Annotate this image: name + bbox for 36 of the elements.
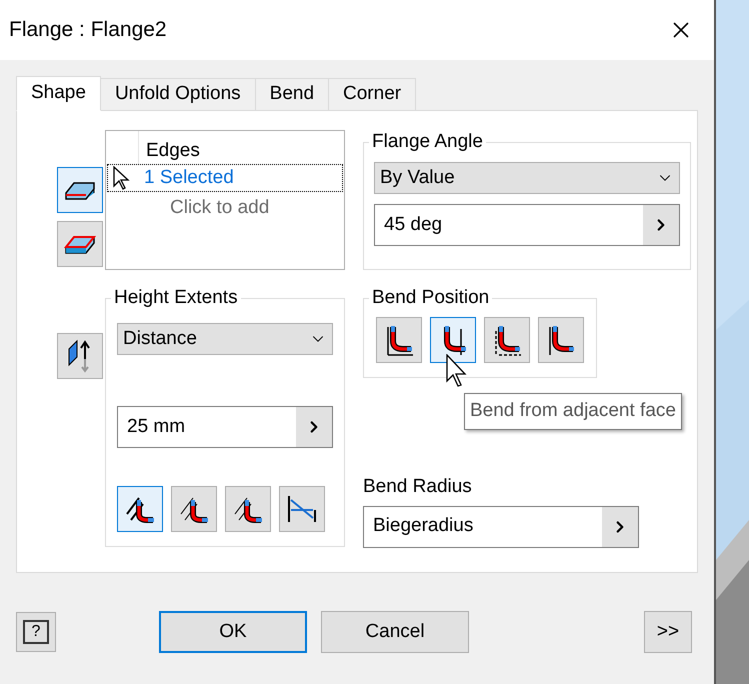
arrow-button[interactable] (296, 407, 332, 447)
flip-direction-button[interactable] (57, 333, 103, 379)
extent-option-button[interactable] (225, 486, 271, 532)
group-label: Flange Angle (369, 130, 486, 154)
ok-button[interactable]: OK (159, 611, 307, 653)
bend-position-button[interactable] (430, 317, 476, 363)
arrow-button[interactable] (643, 205, 679, 245)
tab[interactable]: Shape (16, 76, 101, 111)
face-mode-button[interactable] (57, 221, 103, 267)
arrow-button[interactable] (602, 506, 638, 546)
tooltip: Bend from adjacent face (464, 393, 682, 430)
extents-dropdown[interactable]: Distance (117, 323, 333, 355)
bend-position-button[interactable] (376, 317, 422, 363)
column-header: Edges (145, 139, 200, 163)
plate-icon (64, 233, 96, 255)
extent-option-button[interactable] (117, 486, 163, 532)
extent-option-button[interactable] (279, 486, 325, 532)
cursor-icon (445, 354, 469, 388)
bend-position-button[interactable] (484, 317, 530, 363)
tab[interactable]: Corner (328, 78, 416, 111)
list-row[interactable]: 1 Selected (107, 164, 343, 192)
field-label: Bend Radius (363, 475, 473, 499)
window-title: Flange : Flange2 (9, 17, 167, 44)
distance-field[interactable]: 25 mm (117, 406, 333, 448)
angle-dropdown[interactable]: By Value (374, 162, 680, 194)
extent-option-button[interactable] (171, 486, 217, 532)
edge-mode-button[interactable] (57, 167, 103, 213)
bend-radius-field[interactable]: Biegeradius (363, 506, 639, 548)
expand-button[interactable]: >> (644, 611, 692, 653)
bend-position-button[interactable] (538, 317, 584, 363)
angle-field[interactable]: 45 deg (374, 204, 680, 246)
cursor-icon (112, 166, 130, 190)
cancel-button[interactable]: Cancel (321, 611, 469, 653)
help-button[interactable]: ? (16, 612, 56, 652)
hint-text: Click to add (169, 196, 270, 220)
group-label: Height Extents (111, 286, 241, 310)
